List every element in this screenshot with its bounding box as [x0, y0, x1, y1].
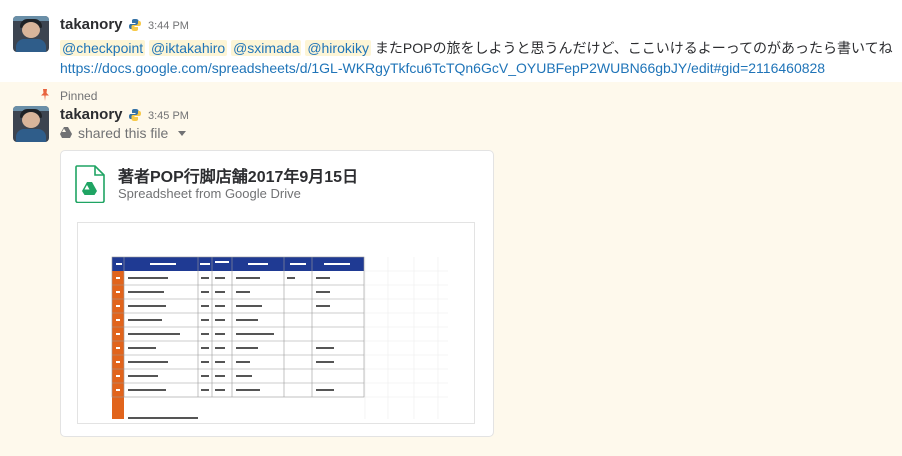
- mention-sximada[interactable]: @sximada: [231, 40, 302, 56]
- author-name[interactable]: takanory: [60, 106, 123, 123]
- chevron-down-icon[interactable]: [178, 131, 186, 136]
- pin-icon: [41, 89, 49, 101]
- mention-checkpoint[interactable]: @checkpoint: [60, 40, 146, 56]
- mention-iktakahiro[interactable]: @iktakahiro: [149, 40, 228, 56]
- message-body: @checkpoint @iktakahiro @sximada @hiroki…: [60, 38, 893, 58]
- file-title[interactable]: 著者POP行脚店舗2017年9月15日: [118, 163, 358, 187]
- pinned-label: Pinned: [60, 89, 98, 103]
- message-text: またPOPの旅をしようと思うんだけど、ここいけるよーってのがあったら書いてね: [374, 40, 893, 56]
- spreadsheet-link[interactable]: https://docs.google.com/spreadsheets/d/1…: [60, 60, 825, 76]
- message-1: takanory 3:44 PM @checkpoint @iktakahiro…: [0, 0, 902, 82]
- avatar[interactable]: [13, 106, 49, 142]
- shared-file-label[interactable]: shared this file: [78, 125, 168, 141]
- spreadsheet-thumbnail: [78, 223, 474, 423]
- timestamp[interactable]: 3:45 PM: [148, 110, 189, 122]
- file-subtitle: Spreadsheet from Google Drive: [118, 186, 301, 201]
- mention-hirokiky[interactable]: @hirokiky: [305, 40, 371, 56]
- python-icon: [129, 19, 141, 31]
- google-sheets-file-icon: [75, 165, 105, 203]
- spreadsheet-preview[interactable]: [77, 222, 475, 424]
- author-name[interactable]: takanory: [60, 16, 123, 33]
- timestamp[interactable]: 3:44 PM: [148, 20, 189, 32]
- google-drive-icon: [60, 127, 72, 138]
- python-icon: [129, 109, 141, 121]
- avatar[interactable]: [13, 16, 49, 52]
